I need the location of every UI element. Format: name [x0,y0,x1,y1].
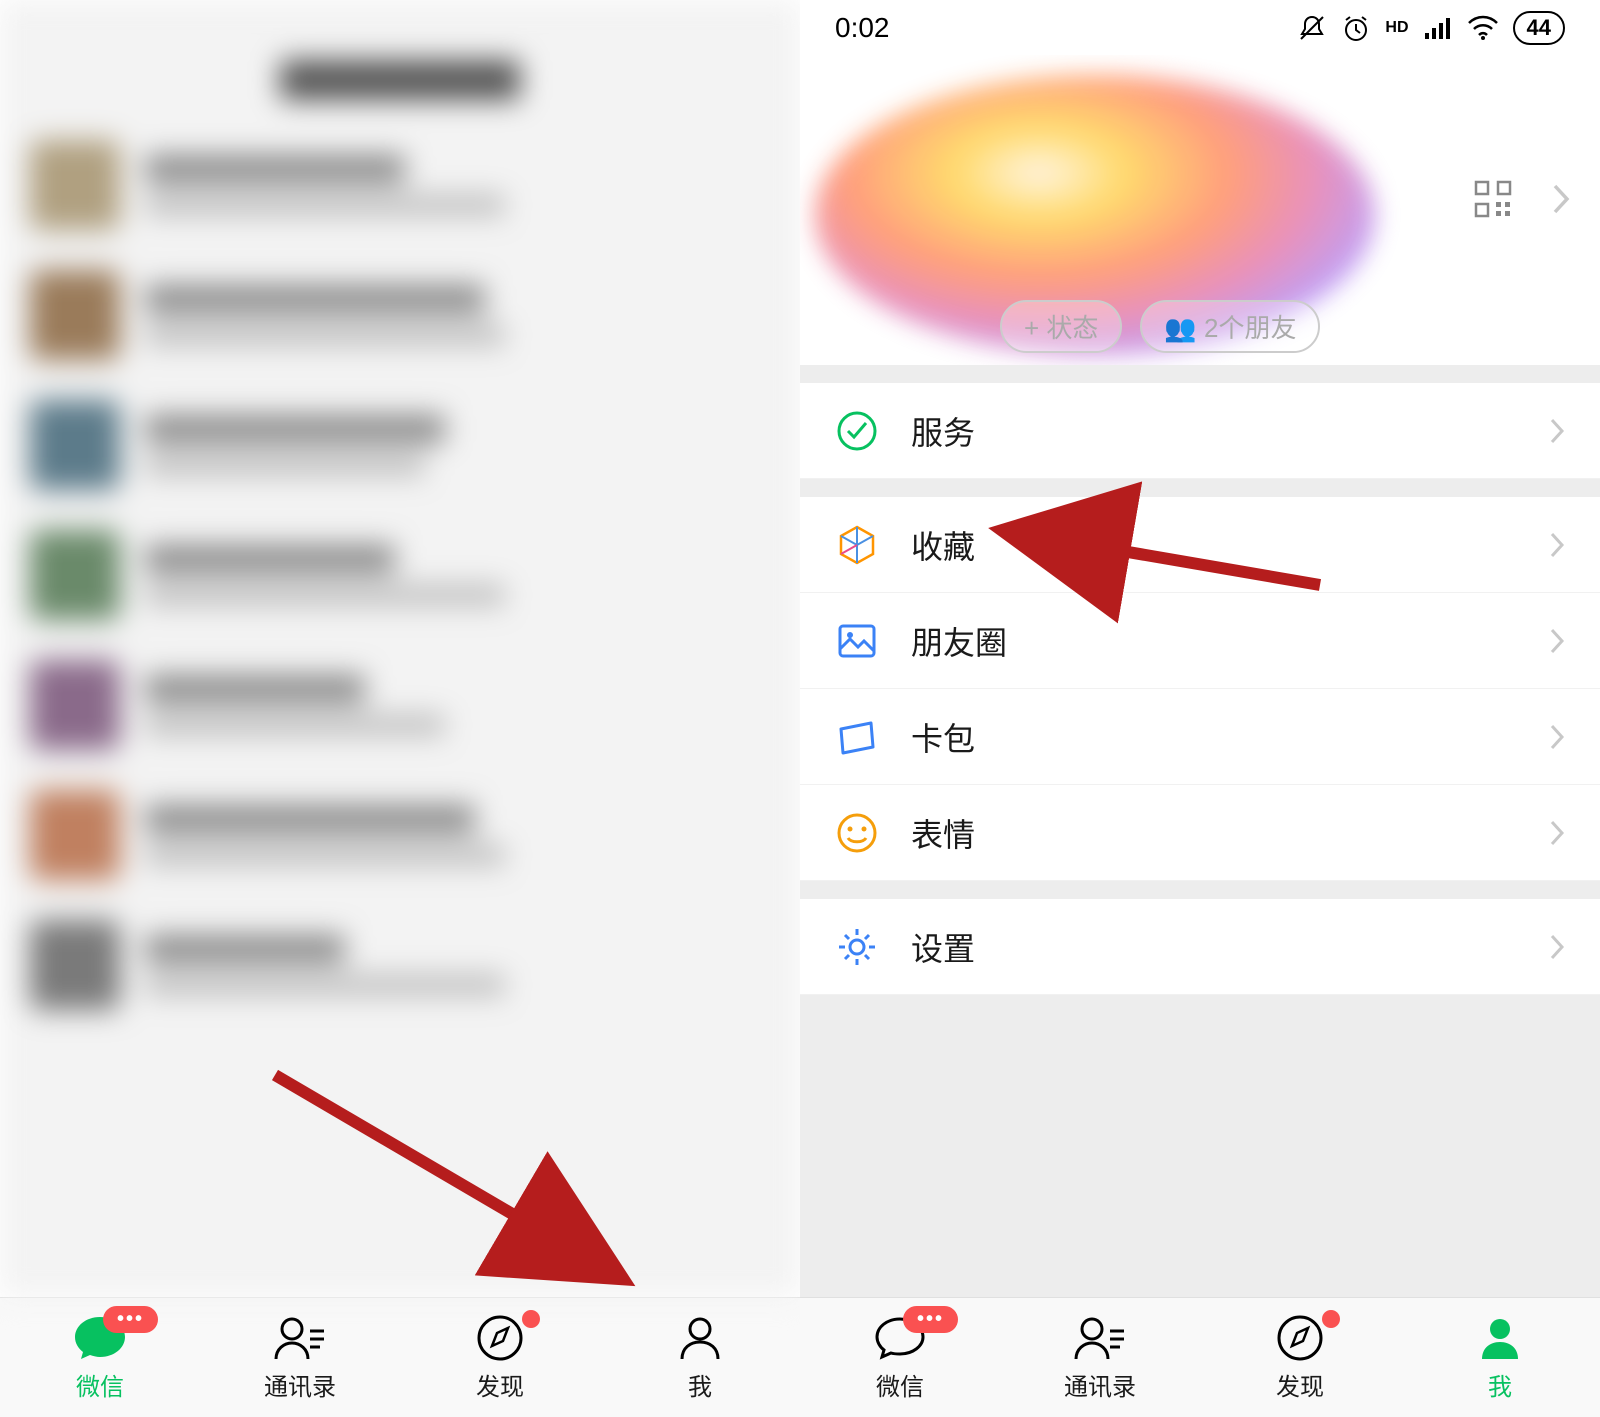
mute-icon [1297,13,1327,43]
tab-chats[interactable]: ••• 微信 [800,1298,1000,1417]
tab-label: 微信 [76,1367,124,1402]
qrcode-icon[interactable] [1474,180,1512,218]
status-icons: HD 44 [1297,11,1565,45]
tab-label: 发现 [476,1367,524,1402]
menu-label: 表情 [911,810,1549,856]
menu-label: 设置 [911,924,1549,970]
services-icon [835,409,879,453]
moments-icon [835,619,879,663]
menu-label: 服务 [911,408,1549,454]
wifi-icon [1467,15,1499,41]
signal-icon [1423,15,1453,41]
compass-icon [1272,1313,1328,1363]
left-tabbar: ••• 微信 通讯录 发现 我 [0,1297,800,1417]
person-icon [1472,1313,1528,1363]
tab-label: 发现 [1276,1367,1324,1402]
status-bar: 0:02 HD 44 [800,0,1600,55]
tab-chats[interactable]: ••• 微信 [0,1298,200,1417]
right-tabbar: ••• 微信 通讯录 发现 我 [800,1297,1600,1417]
unread-badge: ••• [903,1306,958,1333]
friends-chip[interactable]: 👥 2个朋友 [1140,300,1320,353]
chevron-right-icon [1549,819,1565,847]
tab-label: 我 [688,1367,712,1402]
tab-discover[interactable]: 发现 [1200,1298,1400,1417]
tab-label: 微信 [876,1367,924,1402]
tab-label: 我 [1488,1367,1512,1402]
discover-notification-dot [1322,1310,1340,1328]
chevron-right-icon [1549,933,1565,961]
section-gap [800,365,1600,383]
menu-moments[interactable]: 朋友圈 [800,593,1600,689]
chevron-right-icon [1549,417,1565,445]
bottom-fill [800,995,1600,1297]
person-icon [672,1313,728,1363]
chevron-right-icon [1549,627,1565,655]
tab-me[interactable]: 我 [600,1298,800,1417]
chevron-right-icon [1552,183,1570,215]
blurred-chat-list [0,0,800,1297]
hd-indicator: HD [1385,19,1408,37]
status-time: 0:02 [835,12,890,44]
tab-discover[interactable]: 发现 [400,1298,600,1417]
menu-label: 收藏 [911,522,1549,568]
cards-icon [835,715,879,759]
discover-notification-dot [522,1310,540,1328]
section-gap [800,881,1600,899]
menu-services[interactable]: 服务 [800,383,1600,479]
contacts-icon [1072,1313,1128,1363]
menu-favorites[interactable]: 收藏 [800,497,1600,593]
right-phone: 0:02 HD 44 + 状态 👥 2个朋友 服务 [800,0,1600,1417]
chevron-right-icon [1549,531,1565,559]
chevron-right-icon [1549,723,1565,751]
menu-settings[interactable]: 设置 [800,899,1600,995]
compass-icon [472,1313,528,1363]
left-phone: ••• 微信 通讯录 发现 我 [0,0,800,1417]
menu-label: 卡包 [911,714,1549,760]
sticker-icon [835,811,879,855]
tab-label: 通讯录 [1064,1367,1136,1402]
status-chip[interactable]: + 状态 [1000,300,1122,353]
tab-contacts[interactable]: 通讯录 [200,1298,400,1417]
menu-stickers[interactable]: 表情 [800,785,1600,881]
gear-icon [835,925,879,969]
unread-badge: ••• [103,1306,158,1333]
menu-label: 朋友圈 [911,618,1549,664]
profile-header[interactable]: + 状态 👥 2个朋友 [800,55,1600,365]
alarm-icon [1341,13,1371,43]
section-gap [800,479,1600,497]
battery-level: 44 [1513,11,1565,45]
tab-label: 通讯录 [264,1367,336,1402]
favorites-icon [835,523,879,567]
contacts-icon [272,1313,328,1363]
tab-me[interactable]: 我 [1400,1298,1600,1417]
menu-cards[interactable]: 卡包 [800,689,1600,785]
tab-contacts[interactable]: 通讯录 [1000,1298,1200,1417]
